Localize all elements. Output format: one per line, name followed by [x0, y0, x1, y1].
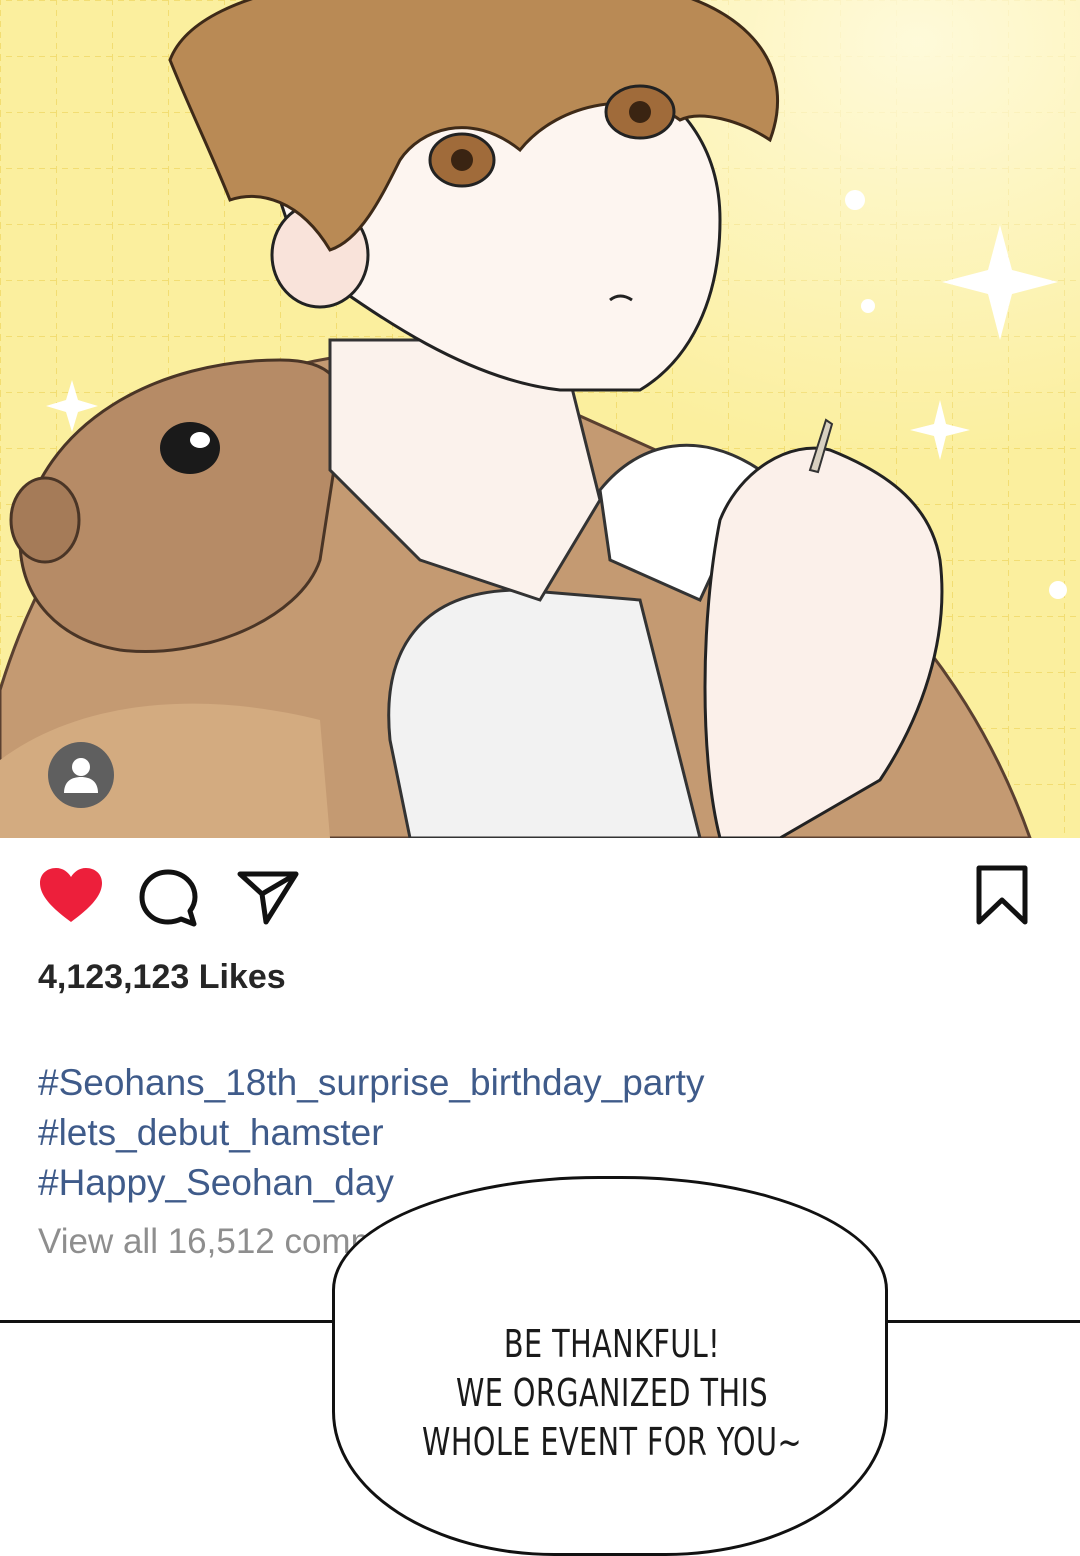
- illustration: [0, 0, 1080, 838]
- comment-bubble-icon[interactable]: [138, 868, 200, 933]
- hashtag-link[interactable]: #Seohans_18th_surprise_birthday_party: [38, 1058, 704, 1108]
- likes-count[interactable]: 4,123,123 Likes: [38, 958, 286, 997]
- post-action-bar: [0, 838, 1080, 948]
- post-photo[interactable]: [0, 0, 1080, 838]
- heart-icon[interactable]: [38, 866, 104, 929]
- hashtag-link[interactable]: #lets_debut_hamster: [38, 1108, 704, 1158]
- speech-line: WHOLE EVENT FOR YOU~: [422, 1420, 802, 1464]
- speech-line: WE ORGANIZED THIS: [455, 1371, 769, 1415]
- view-comments-link[interactable]: View all 16,512 comm: [38, 1222, 380, 1262]
- speech-bubble-text: BE THANKFUL! WE ORGANIZED THIS WHOLE EVE…: [410, 1320, 813, 1467]
- speech-line: BE THANKFUL!: [503, 1322, 721, 1366]
- paper-plane-icon[interactable]: [236, 868, 300, 931]
- user-avatar-icon[interactable]: [48, 742, 114, 808]
- bookmark-icon[interactable]: [974, 864, 1030, 931]
